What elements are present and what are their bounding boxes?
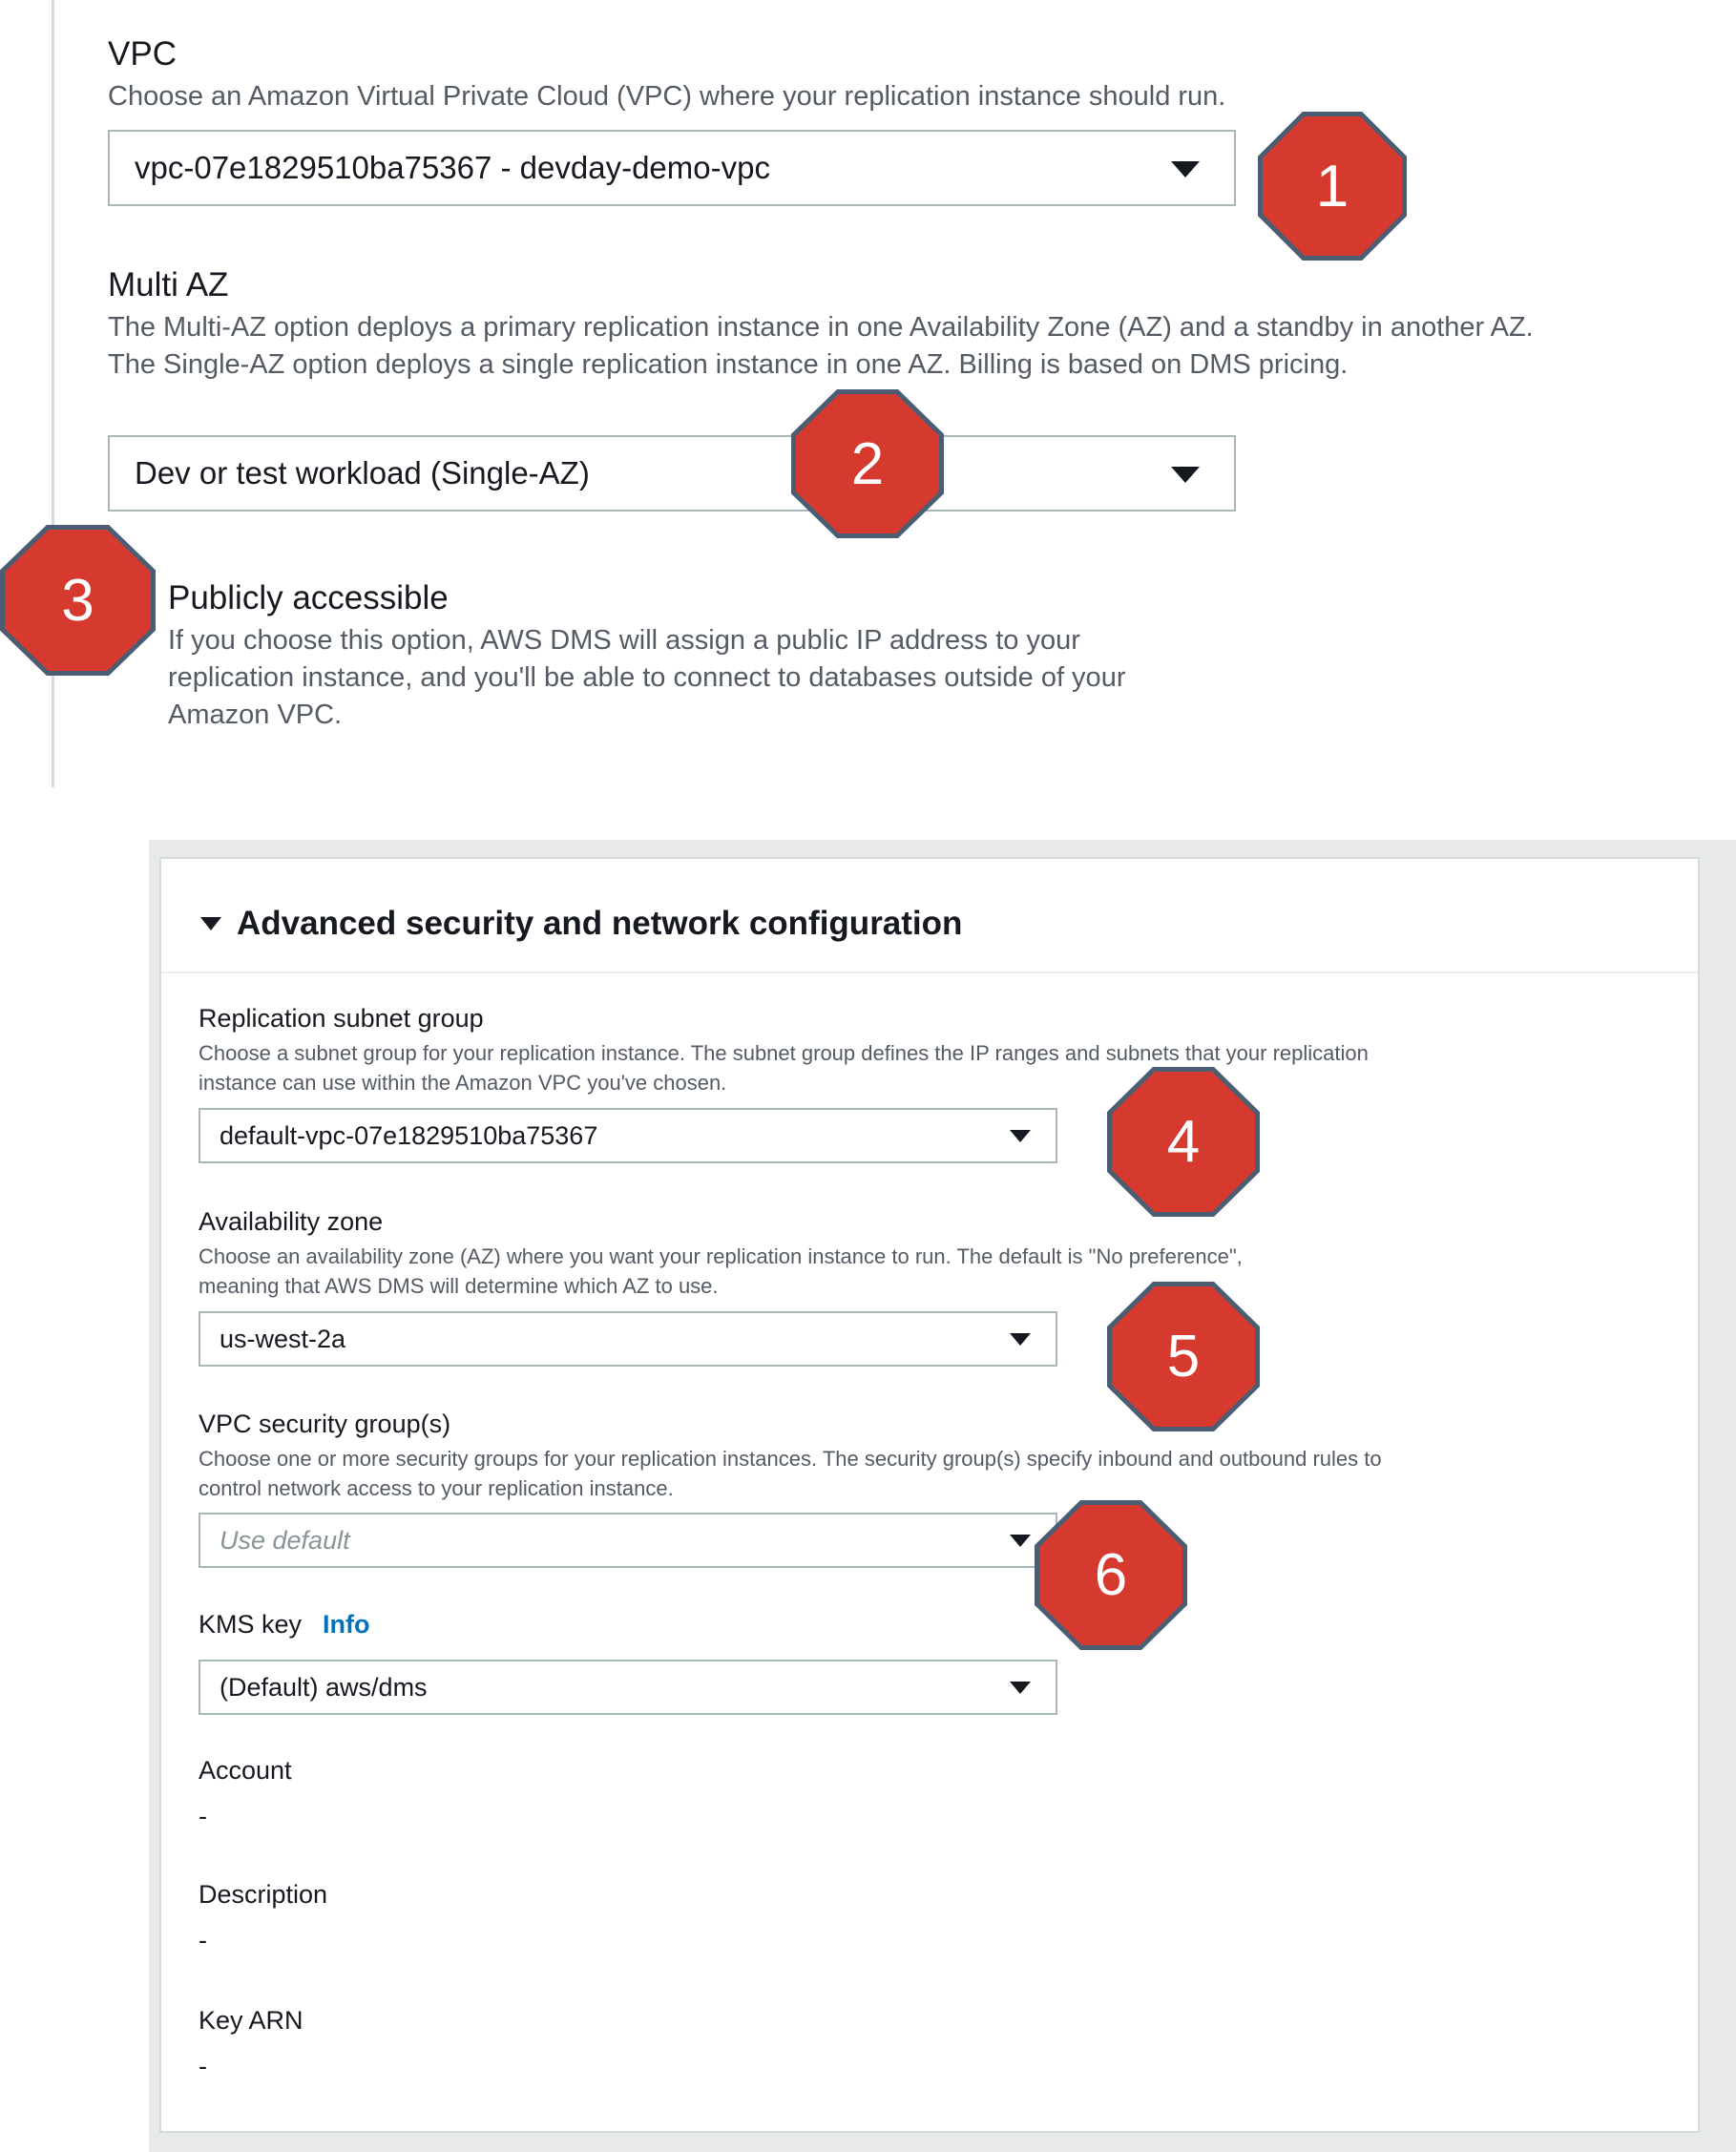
chevron-down-icon [1171,467,1200,483]
subnet-group-label: Replication subnet group [199,1004,484,1033]
chevron-down-icon [1010,1130,1031,1142]
caret-down-icon [200,917,221,930]
multi-az-select-value: Dev or test workload (Single-AZ) [135,455,590,491]
chevron-down-icon [1010,1333,1031,1346]
kms-key-label-row: KMS key Info [199,1610,370,1640]
availability-zone-label: Availability zone [199,1207,384,1236]
security-groups-description: Choose one or more security groups for y… [199,1447,1382,1500]
security-groups-placeholder: Use default [220,1525,350,1555]
vpc-select[interactable]: vpc-07e1829510ba75367 - devday-demo-vpc [108,130,1236,206]
callout-5-badge: 5 [1112,1286,1255,1427]
availability-zone-value: us-west-2a [220,1324,346,1353]
publicly-accessible-description: If you choose this option, AWS DMS will … [168,625,1126,730]
kms-key-info-link[interactable]: Info [323,1610,369,1640]
multi-az-select[interactable]: Dev or test workload (Single-AZ) [108,435,1236,512]
kms-key-select[interactable]: (Default) aws/dms [199,1660,1057,1715]
description-value: - [199,1926,207,1954]
vpc-description: Choose an Amazon Virtual Private Cloud (… [108,81,1226,112]
callout-4-badge: 4 [1112,1072,1255,1212]
chevron-down-icon [1010,1535,1031,1547]
availability-zone-select[interactable]: us-west-2a [199,1311,1057,1367]
key-arn-label: Key ARN [199,2006,303,2035]
availability-zone-description: Choose an availability zone (AZ) where y… [199,1244,1243,1298]
publicly-accessible-label[interactable]: Publicly accessible [168,579,449,617]
security-groups-select[interactable]: Use default [199,1513,1057,1568]
callout-3-badge: 3 [5,530,151,671]
callout-6-badge: 6 [1039,1505,1182,1645]
description-label: Description [199,1880,328,1909]
subnet-group-select[interactable]: default-vpc-07e1829510ba75367 [199,1108,1057,1163]
advanced-config-toggle[interactable]: Advanced security and network configurat… [200,905,962,943]
account-label: Account [199,1756,292,1785]
vpc-label: VPC [108,35,177,73]
security-groups-label: VPC security group(s) [199,1410,451,1438]
panel-header-divider [161,972,1698,973]
multi-az-label: Multi AZ [108,266,229,303]
key-arn-value: - [199,2052,207,2080]
callout-1-badge: 1 [1263,116,1402,256]
chevron-down-icon [1171,161,1200,178]
subnet-group-value: default-vpc-07e1829510ba75367 [220,1120,598,1150]
multi-az-description: The Multi-AZ option deploys a primary re… [108,312,1534,380]
account-value: - [199,1802,207,1830]
kms-key-value: (Default) aws/dms [220,1672,428,1702]
advanced-config-title: Advanced security and network configurat… [237,905,963,942]
vpc-select-value: vpc-07e1829510ba75367 - devday-demo-vpc [135,150,770,185]
chevron-down-icon [1010,1682,1031,1694]
kms-key-label: KMS key [199,1610,303,1639]
